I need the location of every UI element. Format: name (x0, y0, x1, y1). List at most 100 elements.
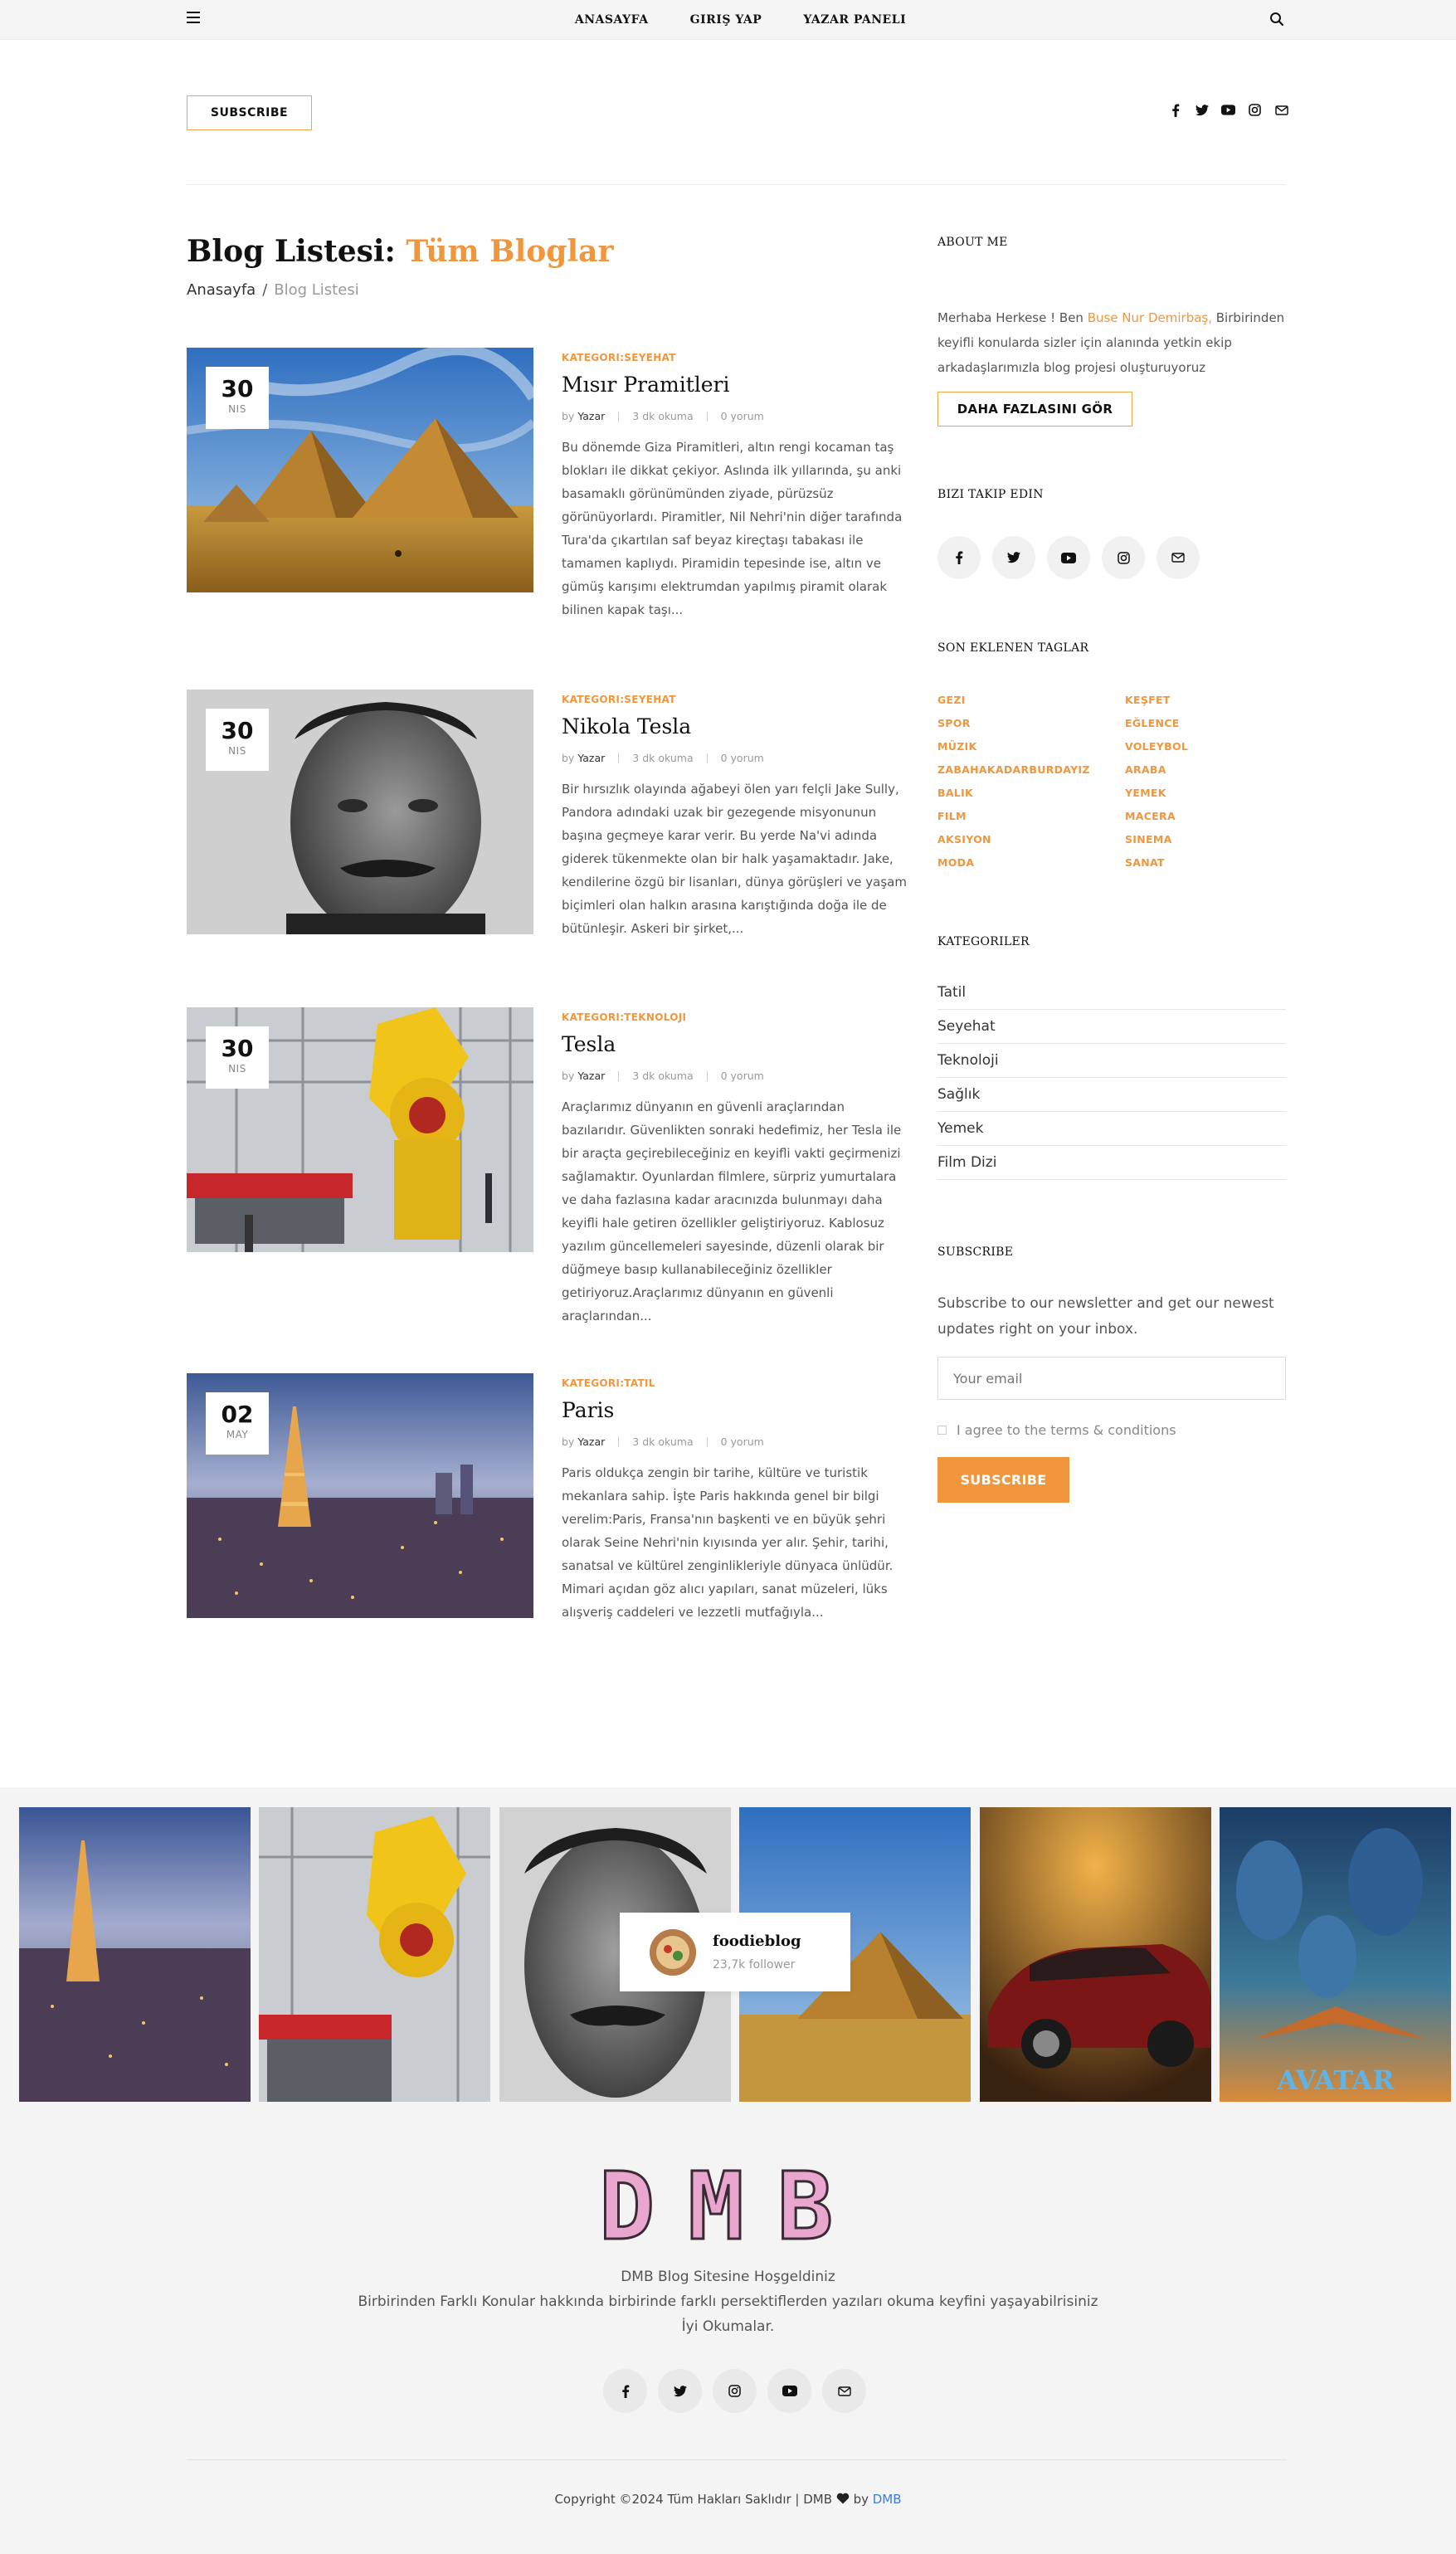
post-title[interactable]: Nikola Tesla (562, 714, 910, 740)
post-date-badge: 30 NIS (206, 709, 269, 771)
youtube-icon[interactable] (1047, 536, 1090, 579)
twitter-icon[interactable] (992, 536, 1035, 579)
post-date-badge: 02 MAY (206, 1392, 269, 1455)
post-category[interactable]: KATEGORI:TATIL (562, 1377, 910, 1389)
about-name-link[interactable]: Buse Nur Demirbaş, (1088, 310, 1212, 325)
mail-icon[interactable] (1274, 103, 1288, 117)
instagram-tile-paris[interactable] (19, 1807, 251, 2102)
subscribe-heading: SUBSCRIBE (937, 1245, 1014, 1259)
post-date-day: 30 (221, 375, 254, 402)
footer-line-2: Birbirinden Farklı Konular hakkında birb… (358, 2293, 1098, 2310)
meta-divider (706, 1436, 708, 1447)
breadcrumb-current: Blog Listesi (274, 281, 359, 299)
post-date-month: NIS (228, 1063, 246, 1075)
category-item[interactable]: Film Dizi (937, 1146, 1286, 1180)
subscribe-submit-button[interactable]: SUBSCRIBE (937, 1457, 1069, 1503)
nav-item-home[interactable]: ANASAYFA (575, 13, 649, 27)
category-item[interactable]: Yemek (937, 1112, 1286, 1146)
tag-item[interactable]: ARABA (1125, 763, 1286, 777)
mail-icon[interactable] (1157, 536, 1200, 579)
twitter-icon[interactable] (658, 2369, 702, 2413)
footer-line-3: İyi Okumalar. (681, 2318, 775, 2335)
tag-item[interactable]: YEMEK (1125, 786, 1286, 801)
terms-label[interactable]: I agree to the terms & conditions (957, 1422, 1176, 1438)
post-author[interactable]: Yazar (577, 752, 605, 764)
breadcrumb-home[interactable]: Anasayfa (187, 281, 256, 299)
meta-divider (618, 1436, 620, 1447)
tag-item[interactable]: GEZI (937, 693, 1125, 708)
terms-checkbox[interactable] (937, 1426, 947, 1435)
post-date-day: 02 (221, 1401, 254, 1428)
twitter-icon[interactable] (1195, 103, 1209, 117)
instagram-tile-robot[interactable] (259, 1807, 490, 2102)
tag-item[interactable]: SANAT (1125, 855, 1286, 870)
meta-divider (706, 753, 708, 763)
post-excerpt: Bir hırsızlık olayında ağabeyi ölen yarı… (562, 782, 907, 936)
tag-item[interactable]: SPOR (937, 716, 1125, 731)
post-read-time: 3 dk okuma (632, 752, 694, 764)
mail-icon[interactable] (822, 2369, 866, 2413)
post-date-day: 30 (221, 1035, 254, 1062)
copyright-by: by (849, 2492, 873, 2507)
search-icon[interactable] (1269, 12, 1284, 27)
post-comments[interactable]: 0 yorum (721, 752, 764, 764)
meta-divider (618, 411, 620, 422)
post-author[interactable]: Yazar (577, 1070, 605, 1082)
tag-item[interactable]: ZABAHAKADARBURDAYIZ (937, 763, 1125, 777)
instagram-icon[interactable] (1102, 536, 1145, 579)
meta-divider (706, 1070, 708, 1081)
tag-item[interactable]: AKSIYON (937, 832, 1125, 847)
tag-item[interactable]: FILM (937, 809, 1125, 824)
facebook-icon[interactable] (937, 536, 981, 579)
instagram-icon[interactable] (713, 2369, 757, 2413)
instagram-profile-card[interactable]: foodieblog 23,7k follower (620, 1913, 850, 1991)
tag-item[interactable]: VOLEYBOL (1125, 739, 1286, 754)
tag-item[interactable]: KEŞFET (1125, 693, 1286, 708)
post-comments[interactable]: 0 yorum (721, 1435, 764, 1448)
category-item[interactable]: Sağlık (937, 1078, 1286, 1112)
post-author[interactable]: Yazar (577, 410, 605, 422)
facebook-icon[interactable] (1168, 103, 1182, 117)
category-item[interactable]: Teknoloji (937, 1044, 1286, 1078)
header-divider (187, 184, 1286, 185)
nav-item-author-panel[interactable]: YAZAR PANELI (803, 13, 906, 27)
tag-item[interactable]: MÜZIK (937, 739, 1125, 754)
tag-item[interactable]: EĞLENCE (1125, 716, 1286, 731)
main-menu: ANASAYFA GIRIŞ YAP YAZAR PANELI (0, 0, 1456, 40)
see-more-button[interactable]: DAHA FAZLASINI GÖR (937, 392, 1132, 426)
youtube-icon[interactable] (767, 2369, 811, 2413)
footer-divider (187, 2459, 1286, 2460)
nav-item-login[interactable]: GIRIŞ YAP (690, 13, 762, 27)
tag-item[interactable]: MODA (937, 855, 1125, 870)
tag-item[interactable]: BALIK (937, 786, 1125, 801)
category-item[interactable]: Seyehat (937, 1010, 1286, 1044)
instagram-tile-red-car[interactable] (980, 1807, 1211, 2102)
post-title[interactable]: Paris (562, 1397, 910, 1424)
post-category[interactable]: KATEGORI:SEYEHAT (562, 352, 910, 363)
instagram-icon[interactable] (1248, 103, 1262, 117)
post-category[interactable]: KATEGORI:SEYEHAT (562, 694, 910, 705)
post-read-time: 3 dk okuma (632, 1070, 694, 1082)
instagram-tile-avatar-poster[interactable]: AVATAR (1220, 1807, 1451, 2102)
logo-text: DMB (604, 2164, 861, 2247)
post-excerpt: Araçlarımız dünyanın en güvenli araçları… (562, 1099, 902, 1323)
post-title[interactable]: Tesla (562, 1031, 910, 1058)
post-by: by (562, 410, 575, 422)
post-by: by (562, 1435, 575, 1448)
tag-item[interactable]: SINEMA (1125, 832, 1286, 847)
site-logo[interactable]: DMB (597, 2152, 861, 2263)
facebook-icon[interactable] (603, 2369, 647, 2413)
email-input[interactable] (937, 1357, 1286, 1400)
post-title[interactable]: Mısır Pramitleri (562, 372, 910, 398)
header-subscribe-button[interactable]: SUBSCRIBE (187, 95, 312, 130)
tag-item[interactable]: MACERA (1125, 809, 1286, 824)
follow-heading: BIZI TAKIP EDIN (937, 488, 1044, 501)
category-item[interactable]: Tatil (937, 976, 1286, 1010)
post-comments[interactable]: 0 yorum (721, 1070, 764, 1082)
youtube-icon[interactable] (1221, 103, 1235, 117)
post-comments[interactable]: 0 yorum (721, 410, 764, 422)
post-category[interactable]: KATEGORI:TEKNOLOJI (562, 1011, 910, 1023)
copyright-brand-link[interactable]: DMB (873, 2492, 902, 2507)
post-author[interactable]: Yazar (577, 1435, 605, 1448)
post-date-badge: 30 NIS (206, 367, 269, 429)
